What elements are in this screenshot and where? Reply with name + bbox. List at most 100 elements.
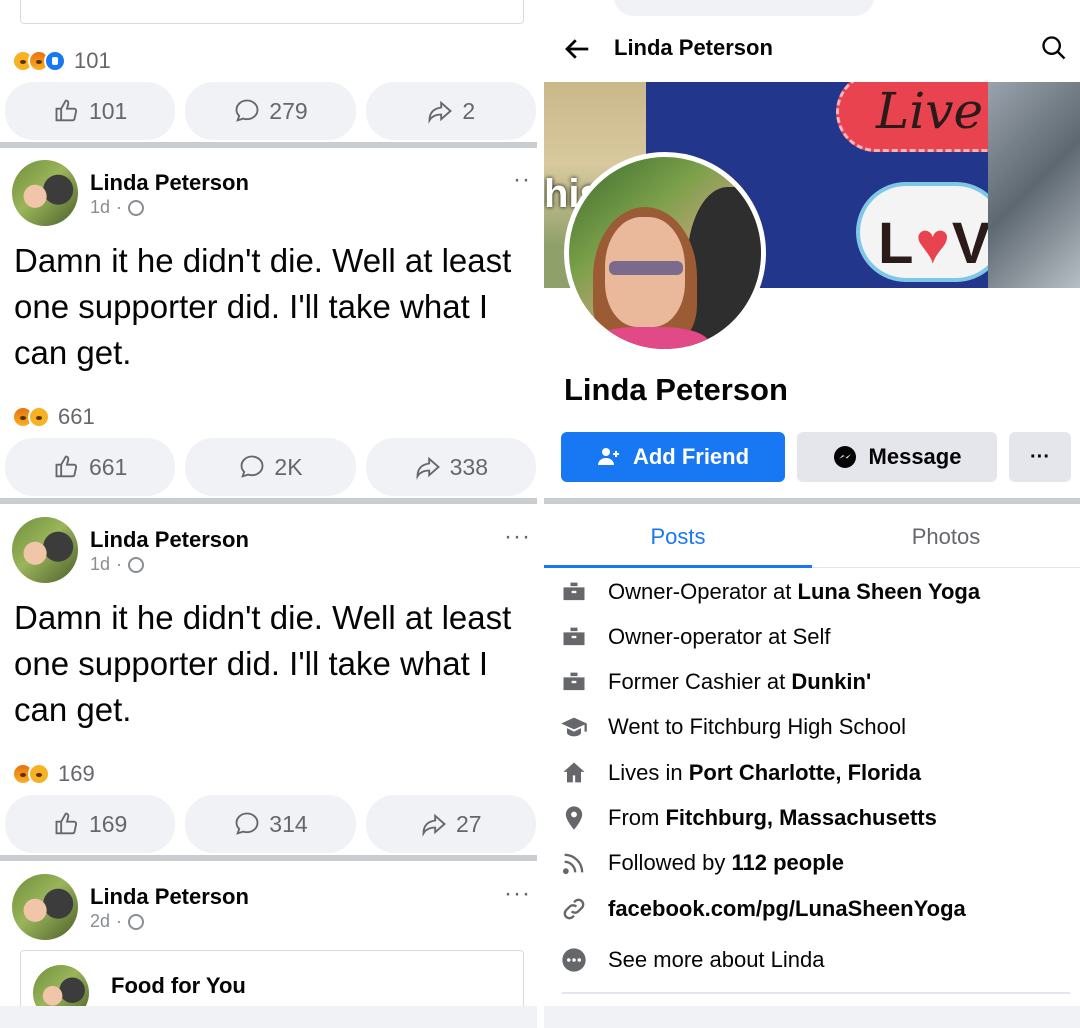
reaction-count: 101 <box>74 48 111 73</box>
comment-count: 2K <box>274 453 303 480</box>
reaction-count: 169 <box>58 761 95 786</box>
post-author-name[interactable]: Linda Peterson <box>90 884 249 910</box>
link-icon <box>563 898 585 920</box>
post-menu-button[interactable]: ··· <box>504 523 531 551</box>
post-action-bar: 661 2K 338 <box>5 438 536 496</box>
wow-reaction-icon <box>28 763 50 785</box>
location-pin-icon <box>565 806 583 830</box>
detail-lives-in-link[interactable]: Port Charlotte, Florida <box>689 760 921 785</box>
comment-button[interactable]: 2K <box>185 438 356 496</box>
detail-hometown-prefix: From <box>608 805 666 830</box>
post-author-name[interactable]: Linda Peterson <box>90 527 249 553</box>
profile-tabs: Posts Photos <box>544 506 1080 568</box>
share-button[interactable]: 2 <box>365 82 536 140</box>
more-options-button[interactable]: ··· <box>1009 432 1071 482</box>
detail-work-dunkin-prefix: Former Cashier at <box>608 669 792 694</box>
profile-header-bar: Linda Peterson <box>544 18 1080 80</box>
reaction-count: 661 <box>58 404 95 429</box>
post-time[interactable]: 1d <box>90 554 110 575</box>
like-reaction-icon <box>44 50 66 72</box>
post-time[interactable]: 2d <box>90 911 110 932</box>
detail-work-luna-sheen-link[interactable]: Luna Sheen Yoga <box>798 579 981 604</box>
graduation-cap-icon <box>561 717 587 737</box>
bottom-strip <box>544 1006 1080 1028</box>
reaction-emojis <box>12 50 66 72</box>
post-menu-button[interactable]: ··· <box>504 880 531 908</box>
cover-photo-background-right <box>988 82 1080 288</box>
like-button[interactable]: 101 <box>5 82 176 140</box>
post-text: Damn it he didn't die. Well at least one… <box>14 242 512 371</box>
briefcase-icon <box>563 627 585 646</box>
author-avatar[interactable] <box>12 160 78 226</box>
detail-followers-link[interactable]: 112 people <box>732 850 845 875</box>
share-button[interactable]: 27 <box>365 795 536 853</box>
add-friend-label: Add Friend <box>632 444 750 469</box>
add-friend-button[interactable]: Add Friend <box>561 432 785 482</box>
post-menu-button[interactable]: ·· <box>513 166 531 194</box>
globe-icon <box>128 913 145 930</box>
search-icon[interactable] <box>1040 34 1068 62</box>
reaction-summary[interactable]: 169 <box>12 761 95 787</box>
share-button[interactable]: 338 <box>365 438 536 496</box>
tab-posts[interactable]: Posts <box>544 506 812 568</box>
detail-hometown: From Fitchburg, Massachusetts <box>560 804 937 832</box>
detail-lives-in-prefix: Lives in <box>608 760 689 785</box>
reaction-summary[interactable]: 661 <box>12 404 95 430</box>
post-text: Damn it he didn't die. Well at least one… <box>14 599 512 728</box>
see-more-about-label: See more about Linda <box>608 947 825 972</box>
reaction-emojis <box>12 406 50 428</box>
like-count: 169 <box>88 810 128 837</box>
detail-hometown-link[interactable]: Fitchburg, Massachusetts <box>665 805 936 830</box>
comment-button[interactable]: 279 <box>185 82 356 140</box>
briefcase-icon <box>563 582 585 601</box>
comment-button[interactable]: 314 <box>185 795 356 853</box>
share-count: 2 <box>462 97 476 124</box>
comment-icon <box>235 99 259 122</box>
message-button[interactable]: Message <box>797 432 997 482</box>
share-icon <box>416 456 440 480</box>
reaction-summary[interactable]: 101 <box>12 48 111 74</box>
detail-lives-in: Lives in Port Charlotte, Florida <box>560 759 921 787</box>
author-avatar[interactable] <box>12 874 78 940</box>
globe-icon <box>128 556 145 573</box>
details-bottom-rule <box>562 992 1070 994</box>
like-button[interactable]: 661 <box>5 438 176 496</box>
like-count: 101 <box>88 97 128 124</box>
profile-picture[interactable] <box>564 152 766 354</box>
detail-education-text: Went to Fitchburg High School <box>608 714 906 739</box>
thumbs-up-icon <box>55 812 78 835</box>
like-button[interactable]: 169 <box>5 795 176 853</box>
top-search-pill[interactable] <box>614 0 874 16</box>
tab-photos[interactable]: Photos <box>812 506 1080 567</box>
profile-picture-statue <box>687 187 761 349</box>
share-icon <box>422 813 446 837</box>
cover-photo-live-text: Live <box>876 82 984 140</box>
back-arrow-icon[interactable] <box>562 34 592 64</box>
profile-picture-glasses <box>609 261 683 275</box>
post-action-bar: 101 279 2 <box>5 82 536 140</box>
header-title: Linda Peterson <box>614 35 773 60</box>
detail-work-luna-sheen: Owner-Operator at Luna Sheen Yoga <box>560 578 980 606</box>
panel-divider <box>537 0 544 1028</box>
shared-page-title[interactable]: Food for You <box>111 973 246 999</box>
share-count: 27 <box>456 810 482 837</box>
detail-work-self: Owner-operator at Self <box>560 623 831 651</box>
cover-photo-love-heart-glyph: ♥ <box>915 211 952 276</box>
author-avatar[interactable] <box>12 517 78 583</box>
profile-name: Linda Peterson <box>564 372 788 407</box>
feed-panel: 101 101 279 2 Linda Peterson 1d · ·· Damn… <box>0 0 537 1028</box>
post-time[interactable]: 1d <box>90 197 110 218</box>
detail-work-self-text: Owner-operator at Self <box>608 624 831 649</box>
detail-work-dunkin-link[interactable]: Dunkin' <box>791 669 871 694</box>
home-icon <box>563 762 585 783</box>
wow-reaction-icon <box>28 406 50 428</box>
profile-panel: Linda Peterson Live L♥VE his shit Linda … <box>544 0 1080 1028</box>
more-circle-icon <box>562 948 586 972</box>
share-count: 338 <box>449 453 488 480</box>
see-more-about[interactable]: See more about Linda <box>560 946 825 974</box>
post-meta: 1d · <box>90 554 145 575</box>
post-separator <box>0 498 537 504</box>
post-author-name[interactable]: Linda Peterson <box>90 170 249 196</box>
detail-website-link[interactable]: facebook.com/pg/LunaSheenYoga <box>608 896 966 922</box>
cover-photo-love-letter: L <box>878 211 916 276</box>
